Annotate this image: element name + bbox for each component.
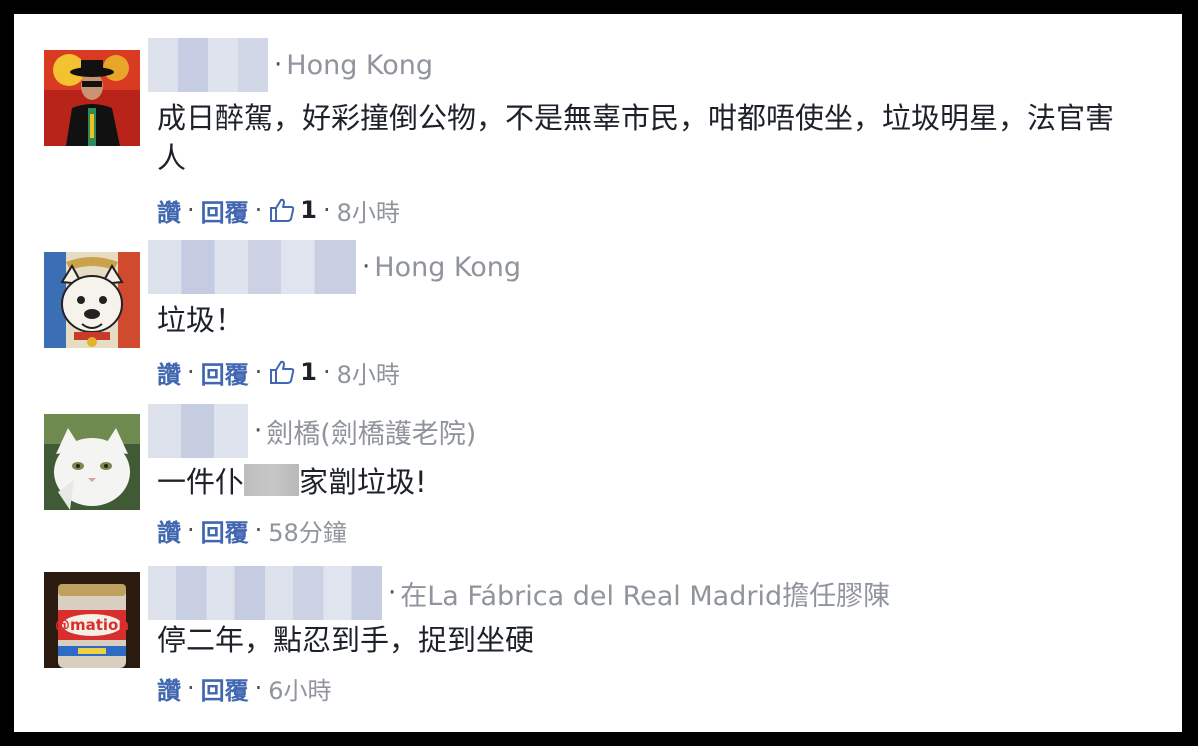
avatar[interactable] <box>44 50 140 146</box>
svg-text:@mation: @mation <box>55 616 129 634</box>
like-count[interactable]: 1 <box>300 196 317 224</box>
comment-text-start: 一件仆 <box>157 465 245 499</box>
like-link[interactable]: 讚 <box>157 513 181 548</box>
redacted-username[interactable] <box>148 38 268 92</box>
like-link[interactable]: 讚 <box>157 355 181 390</box>
comment-text: 停二年，點忍到手，捉到坐硬 <box>157 623 535 657</box>
comment-header: · Hong Kong <box>148 240 521 294</box>
comment-actions: 讚 · 回覆 · 6小時 <box>157 670 332 706</box>
avatar[interactable]: @mation <box>44 572 140 668</box>
reply-link[interactable]: 回覆 <box>201 193 249 228</box>
comment-location[interactable]: Hong Kong <box>374 252 521 283</box>
thumbs-up-icon[interactable] <box>268 196 296 224</box>
comment-list: · Hong Kong 成日醉駕，好彩撞倒公物，不是無辜市民，咁都唔使坐，垃圾明… <box>14 14 1182 732</box>
comment-text: 成日醉駕，好彩撞倒公物，不是無辜市民，咁都唔使坐，垃圾明星，法官害人 <box>157 101 1115 175</box>
reply-link[interactable]: 回覆 <box>201 355 249 390</box>
comment-text: 一件仆 家劏垃圾! <box>157 462 1137 502</box>
avatar[interactable] <box>44 414 140 510</box>
redacted-username[interactable] <box>148 240 356 294</box>
like-link[interactable]: 讚 <box>157 193 181 228</box>
redacted-text <box>244 464 300 496</box>
comment-header: · Hong Kong <box>148 38 433 92</box>
thumbs-up-icon[interactable] <box>268 358 296 386</box>
comment-header: · 劍橋(劍橋護老院) <box>148 404 476 458</box>
redacted-username[interactable] <box>148 404 248 458</box>
reply-link[interactable]: 回覆 <box>201 671 249 706</box>
comment-actions: 讚 · 回覆 · 1 · 8小時 <box>157 354 400 390</box>
like-count[interactable]: 1 <box>300 358 317 386</box>
like-link[interactable]: 讚 <box>157 671 181 706</box>
comment-location[interactable]: 在La Fábrica del Real Madrid擔任膠陳 <box>400 574 890 613</box>
comment-location[interactable]: Hong Kong <box>286 50 433 81</box>
comment-text-end: 家劏垃圾! <box>299 465 427 499</box>
comment-header: · 在La Fábrica del Real Madrid擔任膠陳 <box>148 566 890 620</box>
reply-link[interactable]: 回覆 <box>201 513 249 548</box>
timestamp[interactable]: 8小時 <box>337 355 400 390</box>
comment-actions: 讚 · 回覆 · 58分鐘 <box>157 512 347 548</box>
timestamp[interactable]: 8小時 <box>337 193 400 228</box>
timestamp[interactable]: 6小時 <box>268 671 331 706</box>
comment-actions: 讚 · 回覆 · 1 · 8小時 <box>157 192 400 228</box>
redacted-username[interactable] <box>148 566 382 620</box>
avatar[interactable] <box>44 252 140 348</box>
comment-location[interactable]: 劍橋(劍橋護老院) <box>266 412 476 451</box>
comment-text: 垃圾！ <box>157 303 245 337</box>
timestamp[interactable]: 58分鐘 <box>268 513 347 548</box>
